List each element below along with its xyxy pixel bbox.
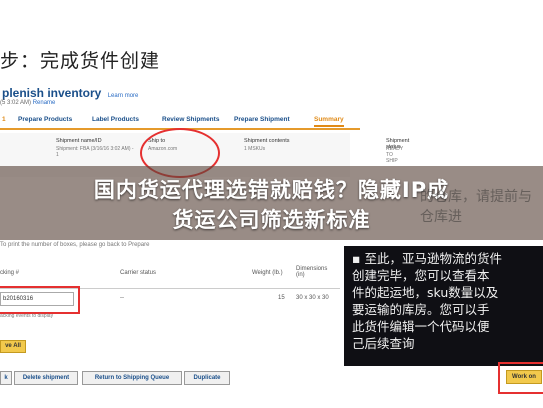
delete-shipment-button[interactable]: Delete shipment	[14, 371, 78, 385]
col-dimensions: Dimensions (in)	[296, 266, 328, 278]
return-to-queue-button[interactable]: Return to Shipping Queue	[82, 371, 182, 385]
shipment-subinfo: (5 3:02 AM) Rename	[0, 100, 55, 106]
instruction-line: 创建完毕，您可以查看本	[352, 268, 490, 283]
instruction-line: ▪ 至此，亚马逊物流的货件	[352, 251, 502, 266]
page-heading: 步：完成货件创建	[0, 50, 161, 72]
packages-note: To print the number of boxes, please go …	[0, 242, 150, 248]
learn-more-link[interactable]: Learn more	[108, 93, 139, 99]
tracking-highlight	[0, 286, 80, 314]
tracking-note: acking events to display	[0, 313, 54, 319]
subinfo-time: (5 3:02 AM)	[0, 100, 32, 106]
tab-label-products[interactable]: Label Products	[92, 116, 139, 123]
instruction-line: 件的起运地，sku数量以及	[352, 285, 499, 300]
tab-prepare-products[interactable]: Prepare Products	[18, 116, 72, 123]
col-tracking: cking #	[0, 270, 20, 276]
work-on-highlight	[498, 362, 543, 394]
instruction-line: 要运输的库房。您可以手	[352, 302, 490, 317]
tab-summary[interactable]: Summary	[314, 116, 344, 127]
rename-link[interactable]: Rename	[33, 100, 56, 106]
instruction-line: 己后续查询	[352, 336, 415, 351]
tab-number: 1	[2, 116, 6, 123]
ok-button[interactable]: k	[0, 371, 12, 385]
col-weight: Weight (lb.)	[252, 270, 283, 276]
shipment-name-value: Shipment: FBA (3/16/16 3:02 AM) - 1	[56, 146, 134, 158]
tab-prepare-shipment[interactable]: Prepare Shipment	[234, 116, 290, 123]
tab-review-shipments[interactable]: Review Shipments	[162, 116, 219, 123]
contents-value: 1 MSKUs	[244, 146, 266, 152]
save-all-button[interactable]: ve All	[0, 340, 26, 353]
app-title-text: plenish inventory	[2, 86, 102, 100]
col-carrier-status: Carrier status	[120, 270, 157, 276]
instruction-text: ▪ 至此，亚马逊物流的货件 创建完毕，您可以查看本 件的起运地，sku数量以及 …	[352, 250, 542, 352]
status-value: READY TO SHIP	[386, 146, 404, 164]
duplicate-button[interactable]: Duplicate	[184, 371, 230, 385]
carrier-value: --	[120, 295, 124, 301]
weight-value: 15	[278, 295, 285, 301]
col-shipment-name: Shipment name/ID	[56, 138, 102, 144]
dimensions-value: 30 x 30 x 30	[296, 295, 329, 301]
background-caption: 的仓库，请提前与仓库进	[420, 189, 532, 225]
instruction-line: 此货件编辑一个代码以便	[352, 319, 490, 334]
col-shipment-contents: Shipment contents	[244, 138, 290, 144]
app-title: plenish inventory Learn more	[2, 86, 138, 100]
